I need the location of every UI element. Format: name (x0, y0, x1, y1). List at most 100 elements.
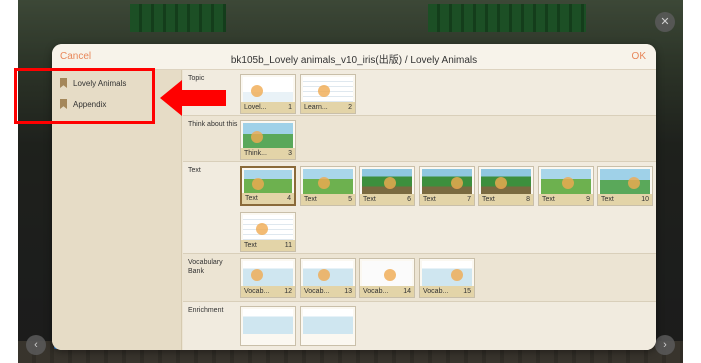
illustration-figure (562, 177, 574, 189)
page-number: 3 (288, 150, 292, 157)
illustration-figure (251, 131, 263, 143)
page-preview-image (243, 123, 293, 148)
page-number: 1 (288, 104, 292, 111)
section-enrichment: Enrichment (183, 302, 656, 350)
page-caption: Learn... 2 (301, 102, 355, 113)
page-name: Text (601, 196, 614, 203)
page-name: Vocab... (304, 288, 330, 295)
page-thumbnail[interactable]: Text 8 (478, 166, 534, 206)
page-preview-image (481, 169, 531, 194)
section-text: Text Text 4 Text 5 Text 6 Text 7 Text 8 Text 9 Text 10… (183, 162, 656, 254)
page-name: Text (423, 196, 436, 203)
page-name: Vocab... (244, 288, 270, 295)
page-caption: Think... 3 (241, 148, 295, 159)
page-preview-image (303, 309, 353, 334)
page-thumbnail[interactable]: Text 10 (597, 166, 653, 206)
chevron-left-icon[interactable]: ‹ (26, 335, 46, 355)
page-name: Learn... (304, 104, 328, 111)
section-vocabulary-bank: Vocabulary Bank Vocab... 12 Vocab... 13 Vocab… (183, 254, 656, 302)
page-name: Text (542, 196, 555, 203)
illustration-figure (628, 177, 640, 189)
close-icon[interactable]: ✕ (655, 12, 675, 32)
page-name: Text (482, 196, 495, 203)
page-number: 8 (526, 196, 530, 203)
page-thumbnail[interactable]: Vocab... 15 (419, 258, 475, 298)
page-number: 14 (403, 288, 411, 295)
section-think-about-this: Think about this Think... 3 (183, 116, 656, 162)
page-number: 5 (348, 196, 352, 203)
page-preview-image (362, 169, 412, 194)
page-name: Text (245, 195, 258, 202)
page-thumbnail[interactable]: Text 7 (419, 166, 475, 206)
page-thumbnail[interactable]: Learn... 2 (300, 74, 356, 114)
page-name: Text (304, 196, 317, 203)
page-preview-image (362, 261, 412, 286)
page-preview-image (422, 261, 472, 286)
page-thumbnail[interactable] (240, 306, 296, 346)
page-name: Text (363, 196, 376, 203)
page-thumbnail[interactable]: Text 5 (300, 166, 356, 206)
page-preview-image (422, 169, 472, 194)
page-thumbnail[interactable]: Text 11 (240, 212, 296, 252)
page-preview-image (243, 215, 293, 240)
page-thumbnail[interactable] (300, 306, 356, 346)
section-label: Vocabulary Bank (188, 259, 223, 275)
page-thumbnail[interactable]: Text 6 (359, 166, 415, 206)
chevron-right-icon[interactable]: › (655, 335, 675, 355)
page-caption: Text 5 (301, 194, 355, 205)
illustration-figure (318, 269, 330, 281)
illustration-figure (318, 177, 330, 189)
page-preview-image (303, 169, 353, 194)
page-number: 15 (463, 288, 471, 295)
page-preview-image (243, 77, 293, 102)
section-label: Enrichment (188, 307, 224, 314)
page-number: 2 (348, 104, 352, 111)
illustration-figure (256, 223, 268, 235)
page-thumbnail[interactable]: Vocab... 13 (300, 258, 356, 298)
page-name: Text (244, 242, 257, 249)
page-caption: Text 4 (242, 193, 294, 204)
page-preview-image (243, 309, 293, 334)
page-name: Think... (244, 150, 267, 157)
page-caption: Text 9 (539, 194, 593, 205)
page-preview-image (243, 261, 293, 286)
page-thumbnail[interactable]: Text 4 (240, 166, 296, 206)
page-caption: Text 8 (479, 194, 533, 205)
illustration-figure (495, 177, 507, 189)
page-number: 7 (467, 196, 471, 203)
page-number: 4 (287, 195, 291, 202)
page-thumbnail[interactable]: Text 9 (538, 166, 594, 206)
page-thumbnail[interactable]: Vocab... 14 (359, 258, 415, 298)
page-caption: Vocab... 12 (241, 286, 295, 297)
page-caption: Text 11 (241, 240, 295, 251)
page-name: Vocab... (363, 288, 389, 295)
illustration-figure (384, 269, 396, 281)
page-number: 11 (284, 242, 292, 249)
dialog-header: Cancel bk105b_Lovely animals_v10_iris(出版… (52, 44, 656, 70)
illustration-figure (252, 178, 264, 190)
page-preview-image (541, 169, 591, 194)
page-caption: Vocab... 14 (360, 286, 414, 297)
ok-button[interactable]: OK (632, 51, 646, 62)
illustration-figure (384, 177, 396, 189)
page-thumbnail[interactable]: Lovel... 1 (240, 74, 296, 114)
page-number: 13 (344, 288, 352, 295)
illustration-figure (251, 269, 263, 281)
page-name: Vocab... (423, 288, 449, 295)
page-number: 6 (407, 196, 411, 203)
page-caption: Vocab... 13 (301, 286, 355, 297)
annotation-arrow-icon (160, 80, 226, 116)
section-label: Text (188, 167, 201, 174)
page-caption: Text 6 (360, 194, 414, 205)
page-thumbnail[interactable]: Vocab... 12 (240, 258, 296, 298)
page-preview-image (244, 170, 292, 193)
page-caption: Text 7 (420, 194, 474, 205)
page-number: 9 (586, 196, 590, 203)
page-preview-image (303, 261, 353, 286)
page-preview-image (600, 169, 650, 194)
page-thumbnail-grid: Topic Lovel... 1 Learn... 2 Think about this T… (183, 70, 656, 350)
page-preview-image (303, 77, 353, 102)
illustration-figure (318, 85, 330, 97)
page-name: Lovel... (244, 104, 267, 111)
page-thumbnail[interactable]: Think... 3 (240, 120, 296, 160)
